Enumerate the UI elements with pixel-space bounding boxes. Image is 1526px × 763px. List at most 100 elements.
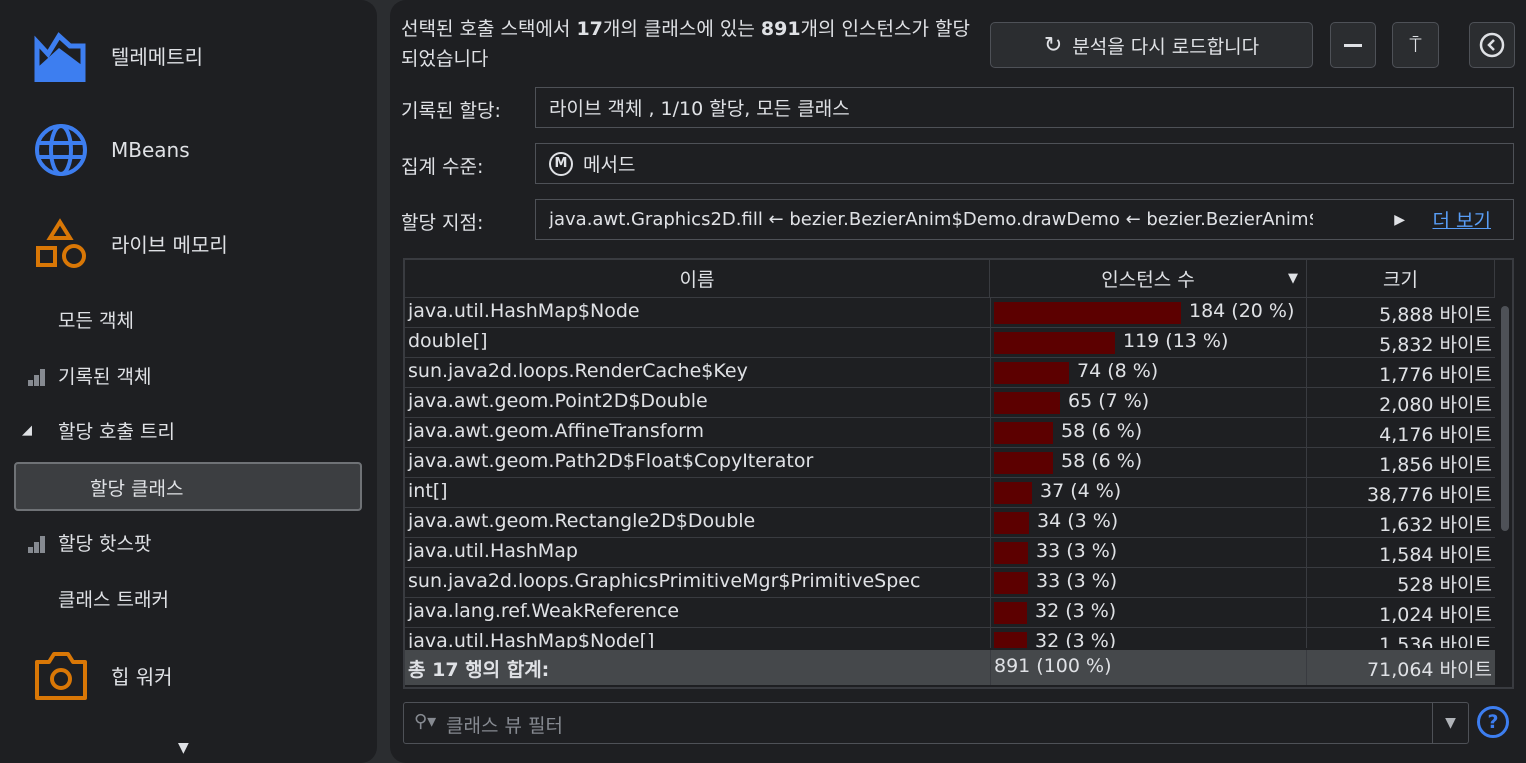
size-value: 1,024 바이트 xyxy=(1379,604,1492,626)
class-name: java.awt.geom.Rectangle2D$Double xyxy=(408,510,756,532)
size-value: 1,584 바이트 xyxy=(1379,544,1492,566)
table-row[interactable]: java.util.HashMap 33 (3 %) 1,584 바이트 xyxy=(405,538,1495,568)
size-value: 1,856 바이트 xyxy=(1379,454,1492,476)
minus-icon xyxy=(1344,43,1362,47)
column-header-size[interactable]: 크기 xyxy=(1307,260,1495,298)
recorded-allocations-label: 기록된 할당: xyxy=(401,100,501,122)
summary-text: 선택된 호출 스택에서 17개의 클래스에 있는 891개의 인스턴스가 할당되… xyxy=(401,18,970,70)
filter-dropdown-button[interactable]: ▼ xyxy=(1432,703,1468,743)
size-value: 528 바이트 xyxy=(1397,574,1492,596)
size-value: 1,632 바이트 xyxy=(1379,514,1492,536)
class-name: java.awt.geom.Path2D$Float$CopyIterator xyxy=(408,450,814,472)
help-icon[interactable]: ? xyxy=(1477,706,1509,738)
search-icon: ⚲▾ xyxy=(414,711,437,732)
sort-desc-icon: ▼ xyxy=(1288,271,1298,286)
size-value: 2,080 바이트 xyxy=(1379,394,1492,416)
table-row[interactable]: java.util.HashMap$Node 184 (20 %) 5,888 … xyxy=(405,298,1495,328)
instance-bar xyxy=(994,392,1060,414)
method-badge-icon: M xyxy=(549,151,573,176)
signal-bars-icon xyxy=(28,364,46,386)
allocation-classes-table: 이름 인스턴스 수 ▼ 크기 java.util.HashMap$Node 184… xyxy=(403,258,1514,689)
instance-bar xyxy=(994,632,1027,648)
size-value: 1,776 바이트 xyxy=(1379,364,1492,386)
class-name: java.lang.ref.WeakReference xyxy=(408,600,680,622)
instance-bar xyxy=(994,482,1032,504)
instance-bar xyxy=(994,362,1069,384)
refresh-icon: ↻ xyxy=(1043,32,1063,58)
instance-bar xyxy=(994,332,1115,354)
class-name: java.util.HashMap$Node xyxy=(408,300,640,322)
show-more-link[interactable]: 더 보기 xyxy=(1433,206,1491,233)
instance-count: 65 (7 %) xyxy=(1068,390,1150,412)
collapse-button[interactable] xyxy=(1330,22,1376,68)
allocation-site-field[interactable]: java.awt.Graphics2D.fill ← bezier.Bezier… xyxy=(535,199,1514,240)
column-header-name[interactable]: 이름 xyxy=(405,260,990,298)
shapes-icon xyxy=(36,218,86,268)
table-row[interactable]: java.lang.ref.WeakReference 32 (3 %) 1,0… xyxy=(405,598,1495,628)
sidebar-item-alloc-hotspots[interactable]: 할당 핫스팟 xyxy=(0,522,377,562)
instance-count: 32 (3 %) xyxy=(1035,600,1117,622)
instance-bar xyxy=(994,542,1028,564)
pin-icon: ⍑ xyxy=(1409,33,1422,57)
instance-count: 34 (3 %) xyxy=(1037,510,1119,532)
expand-triangle-icon[interactable]: ◢ xyxy=(22,423,32,438)
sidebar-item-class-tracker[interactable]: 클래스 트래커 xyxy=(0,578,377,618)
class-name: int[] xyxy=(408,480,448,502)
sidebar-item-alloc-call-tree[interactable]: ◢ 할당 호출 트리 xyxy=(0,410,377,450)
instance-count: 58 (6 %) xyxy=(1061,420,1143,442)
back-circle-icon xyxy=(1479,32,1505,58)
pin-button[interactable]: ⍑ xyxy=(1392,22,1439,68)
class-filter-input[interactable]: ⚲▾ 클래스 뷰 필터 ▼ xyxy=(403,702,1469,744)
table-row[interactable]: double[] 119 (13 %) 5,832 바이트 xyxy=(405,328,1495,358)
class-name: java.util.HashMap xyxy=(408,540,578,562)
instance-count: 33 (3 %) xyxy=(1036,570,1118,592)
globe-icon xyxy=(35,124,87,176)
class-name: sun.java2d.loops.GraphicsPrimitiveMgr$Pr… xyxy=(408,570,921,592)
size-value: 4,176 바이트 xyxy=(1379,424,1492,446)
vertical-scrollbar[interactable] xyxy=(1497,298,1512,687)
class-name: java.awt.geom.Point2D$Double xyxy=(408,390,708,412)
instance-count: 74 (8 %) xyxy=(1077,360,1159,382)
size-value: 1,536 바이트 xyxy=(1379,634,1492,648)
aggregation-level-label: 집계 수준: xyxy=(401,156,484,178)
aggregation-level-field[interactable]: M 메서드 xyxy=(535,143,1514,184)
sidebar: 텔레메트리 MBeans 라이브 메모리 모든 객체 기록된 객체 ◢ 할당 호출… xyxy=(0,0,377,763)
scroll-down-icon[interactable]: ▼ xyxy=(178,740,189,756)
signal-bars-icon xyxy=(28,531,46,553)
instance-bar xyxy=(994,422,1053,444)
instance-bar xyxy=(994,602,1027,624)
size-value: 5,832 바이트 xyxy=(1379,334,1492,356)
table-row[interactable]: sun.java2d.loops.RenderCache$Key 74 (8 %… xyxy=(405,358,1495,388)
table-footer-total: 총 17 행의 합계: 891 (100 %) 71,064 바이트 xyxy=(405,650,1495,685)
sidebar-item-recorded-objects[interactable]: 기록된 객체 xyxy=(0,355,377,395)
instance-bar xyxy=(994,512,1029,534)
class-name: sun.java2d.loops.RenderCache$Key xyxy=(408,360,748,382)
instance-count: 37 (4 %) xyxy=(1040,480,1122,502)
camera-icon xyxy=(35,652,87,700)
class-name: double[] xyxy=(408,330,488,352)
sidebar-item-alloc-classes[interactable]: 할당 클래스 xyxy=(14,462,362,511)
size-value: 38,776 바이트 xyxy=(1367,484,1492,506)
table-row[interactable]: java.awt.geom.Rectangle2D$Double 34 (3 %… xyxy=(405,508,1495,538)
instance-count: 119 (13 %) xyxy=(1123,330,1229,352)
back-button[interactable] xyxy=(1469,22,1515,68)
sidebar-item-all-objects[interactable]: 모든 객체 xyxy=(0,299,377,339)
allocation-site-label: 할당 지점: xyxy=(401,212,484,234)
table-row[interactable]: sun.java2d.loops.GraphicsPrimitiveMgr$Pr… xyxy=(405,568,1495,598)
main-panel: 선택된 호출 스택에서 17개의 클래스에 있는 891개의 인스턴스가 할당되… xyxy=(390,0,1526,763)
class-name: java.util.HashMap$Node[] xyxy=(408,630,655,648)
reload-analysis-button[interactable]: ↻ 분석을 다시 로드합니다 xyxy=(990,22,1313,68)
table-row[interactable]: int[] 37 (4 %) 38,776 바이트 xyxy=(405,478,1495,508)
instance-bar xyxy=(994,452,1053,474)
table-row[interactable]: java.awt.geom.AffineTransform 58 (6 %) 4… xyxy=(405,418,1495,448)
table-row[interactable]: java.awt.geom.Point2D$Double 65 (7 %) 2,… xyxy=(405,388,1495,418)
instance-bar xyxy=(994,302,1181,324)
column-header-instances[interactable]: 인스턴스 수 ▼ xyxy=(990,260,1307,298)
table-row[interactable]: java.util.HashMap$Node[] 32 (3 %) 1,536 … xyxy=(405,628,1495,648)
table-row[interactable]: java.awt.geom.Path2D$Float$CopyIterator … xyxy=(405,448,1495,478)
telemetry-icon xyxy=(34,32,86,82)
instance-count: 184 (20 %) xyxy=(1189,300,1295,322)
recorded-allocations-field[interactable]: 라이브 객체 , 1/10 할당, 모든 클래스 xyxy=(535,87,1514,128)
class-name: java.awt.geom.AffineTransform xyxy=(408,420,705,442)
expand-right-icon[interactable]: ▶ xyxy=(1394,212,1405,228)
